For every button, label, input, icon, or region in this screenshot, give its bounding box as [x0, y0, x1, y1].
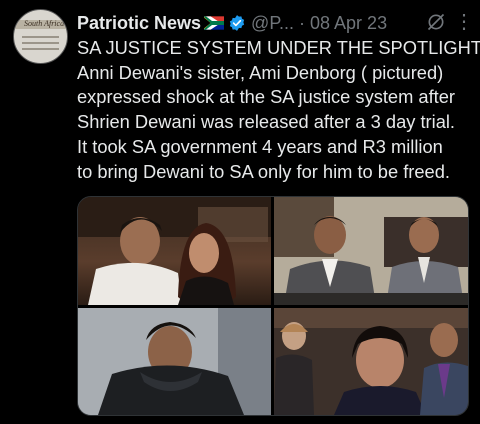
- photo-couple[interactable]: [78, 197, 271, 305]
- avatar[interactable]: South Africa: [13, 9, 68, 64]
- author-name[interactable]: Patriotic News: [77, 13, 201, 34]
- tweet-text-line: SA JUSTICE SYSTEM UNDER THE SPOTLIGHT: [77, 37, 480, 58]
- tweet-text-line: to bring Dewani to SA only for him to be…: [77, 160, 450, 182]
- photo-couple-illustration: [78, 197, 271, 305]
- tweet-text-line: Anni Dewani's sister, Ami Denborg ( pict…: [77, 61, 444, 83]
- photo-hooded-man-illustration: [78, 308, 271, 415]
- grok-icon[interactable]: [426, 12, 446, 32]
- photo-hooded-man[interactable]: [78, 308, 271, 415]
- more-options-icon[interactable]: ⋮: [454, 12, 474, 34]
- tweet-text-line: Shrien Dewani was released after a 3 day…: [77, 111, 456, 133]
- avatar-line: [22, 42, 59, 44]
- tweet-date[interactable]: 08 Apr 23: [310, 13, 387, 34]
- photo-two-men[interactable]: [274, 197, 468, 305]
- photo-two-men-illustration: [274, 197, 468, 305]
- tweet-text-line: It took SA government 4 years and R3 mil…: [77, 135, 443, 157]
- tweet-text: SA JUSTICE SYSTEM UNDER THE SPOTLIGHT An…: [77, 36, 480, 184]
- tweet-text-line: expressed shock at the SA justice system…: [77, 86, 455, 108]
- avatar-brand-text: South Africa: [24, 19, 65, 28]
- media-grid: [77, 196, 469, 416]
- photo-woman-crowd[interactable]: [274, 308, 468, 415]
- separator-dot: ·: [299, 12, 306, 33]
- tweet-header: Patriotic News @P... · 08 Apr 23: [77, 10, 470, 36]
- verified-badge-icon: [229, 15, 245, 31]
- avatar-line: [22, 48, 59, 50]
- author-handle[interactable]: @P...: [251, 13, 294, 34]
- south-africa-flag-icon: [204, 16, 225, 30]
- photo-woman-crowd-illustration: [274, 308, 468, 415]
- avatar-line: [22, 36, 59, 38]
